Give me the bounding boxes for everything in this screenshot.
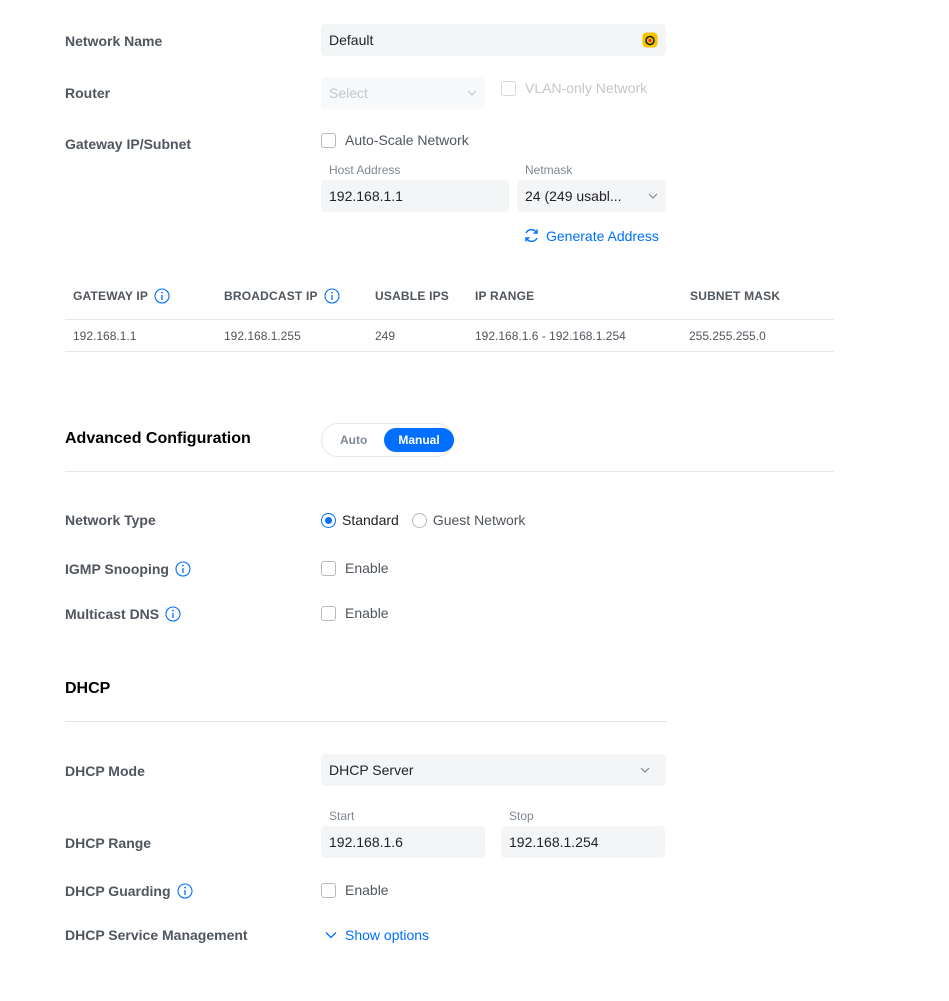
dhcp-mode-label: DHCP Mode	[65, 763, 145, 779]
mdns-enable-label: Enable	[345, 605, 389, 621]
info-icon[interactable]	[324, 288, 340, 304]
info-icon[interactable]	[175, 561, 191, 577]
show-options-label: Show options	[345, 927, 430, 943]
network-name-input[interactable]: Default	[321, 24, 666, 56]
td-broadcast-ip: 192.168.1.255	[224, 329, 301, 343]
host-address-value: 192.168.1.1	[329, 188, 403, 204]
auto-scale-checkbox[interactable]: Auto-Scale Network	[321, 132, 469, 148]
dhcp-stop-label: Stop	[509, 809, 534, 823]
gateway-label: Gateway IP/Subnet	[65, 136, 192, 152]
dhcp-guarding-checkbox[interactable]: Enable	[321, 882, 389, 898]
section-divider	[65, 471, 834, 472]
th-usable-ips: USABLE IPS	[375, 289, 450, 303]
dhcp-mode-select[interactable]: DHCP Server	[321, 754, 666, 786]
td-ip-range: 192.168.1.6 - 192.168.1.254	[475, 329, 626, 343]
td-subnet-mask: 255.255.255.0	[689, 329, 766, 343]
igmp-enable-checkbox[interactable]: Enable	[321, 560, 389, 576]
network-type-label: Network Type	[65, 512, 156, 528]
netmask-value: 24 (249 usabl...	[525, 188, 622, 204]
dhcp-guarding-text: DHCP Guarding	[65, 883, 171, 899]
chevron-down-icon	[648, 193, 658, 199]
table-divider	[65, 319, 834, 320]
vlan-only-label: VLAN-only Network	[525, 80, 648, 96]
router-placeholder: Select	[329, 85, 368, 101]
generate-address-label: Generate Address	[546, 227, 659, 244]
info-icon[interactable]	[165, 606, 181, 622]
checkbox-box[interactable]	[321, 560, 336, 576]
multicast-dns-text: Multicast DNS	[65, 606, 160, 622]
radio-guest-label: Guest Network	[432, 512, 526, 528]
host-address-input[interactable]: 192.168.1.1	[321, 180, 509, 212]
assistant-icon[interactable]	[642, 32, 658, 48]
th-gateway-ip-label: GATEWAY IP	[73, 289, 149, 303]
info-icon[interactable]	[154, 288, 170, 304]
table-divider	[65, 351, 834, 352]
network-name-label: Network Name	[65, 33, 163, 49]
dhcp-range-label: DHCP Range	[65, 835, 152, 851]
vlan-only-checkbox[interactable]: VLAN-only Network	[501, 80, 647, 96]
chevron-down-icon	[640, 767, 650, 773]
td-usable-ips: 249	[375, 329, 396, 343]
dhcp-start-label: Start	[329, 809, 355, 823]
show-options-link[interactable]: Show options	[325, 927, 429, 943]
network-name-value: Default	[329, 32, 374, 48]
checkbox-box[interactable]	[321, 605, 336, 621]
chevron-down-icon	[325, 931, 337, 939]
th-broadcast-ip: BROADCAST IP	[224, 287, 340, 305]
dhcp-mode-value: DHCP Server	[329, 762, 414, 778]
radio-guest-network[interactable]	[411, 512, 427, 528]
dhcp-title: DHCP	[65, 680, 111, 697]
radio-standard[interactable]	[321, 512, 336, 528]
host-address-label: Host Address	[329, 163, 401, 177]
network-type-radio-group: Standard Guest Network	[321, 512, 525, 528]
refresh-icon	[523, 227, 540, 244]
dhcp-stop-value: 192.168.1.254	[509, 834, 599, 850]
igmp-snooping-text: IGMP Snooping	[65, 561, 169, 577]
router-select[interactable]: Select	[321, 77, 485, 109]
dhcp-start-input[interactable]: 192.168.1.6	[321, 826, 485, 858]
th-broadcast-ip-label: BROADCAST IP	[224, 289, 318, 303]
th-ip-range: IP RANGE	[475, 289, 535, 303]
netmask-select[interactable]: 24 (249 usabl...	[517, 180, 666, 212]
auto-scale-label: Auto-Scale Network	[345, 132, 469, 148]
checkbox-box[interactable]	[321, 882, 336, 898]
config-mode-toggle[interactable]: Auto Manual	[321, 423, 454, 457]
info-icon[interactable]	[176, 883, 193, 899]
dhcp-start-value: 192.168.1.6	[329, 834, 403, 850]
mdns-enable-checkbox[interactable]: Enable	[321, 605, 389, 621]
th-subnet-mask: SUBNET MASK	[690, 289, 781, 303]
checkbox-box[interactable]	[321, 132, 336, 148]
mode-manual-button[interactable]: Manual	[384, 428, 454, 452]
router-label: Router	[65, 85, 111, 101]
th-gateway-ip: GATEWAY IP	[73, 287, 170, 305]
chevron-down-icon	[467, 90, 477, 96]
checkbox-box[interactable]	[501, 80, 516, 96]
multicast-dns-label: Multicast DNS	[65, 605, 181, 623]
radio-standard-label: Standard	[342, 512, 399, 528]
td-gateway-ip: 192.168.1.1	[73, 329, 137, 343]
generate-address-link[interactable]: Generate Address	[523, 227, 659, 244]
section-divider	[65, 721, 667, 722]
dhcp-guarding-enable-label: Enable	[345, 882, 389, 898]
netmask-label: Netmask	[525, 163, 573, 177]
dhcp-guarding-label: DHCP Guarding	[65, 882, 193, 900]
igmp-snooping-label: IGMP Snooping	[65, 560, 191, 578]
dhcp-service-label: DHCP Service Management	[65, 927, 248, 943]
dhcp-stop-input[interactable]: 192.168.1.254	[501, 826, 665, 858]
igmp-enable-label: Enable	[345, 560, 389, 576]
mode-auto-button[interactable]: Auto	[325, 428, 382, 452]
advanced-config-title: Advanced Configuration	[65, 430, 251, 447]
